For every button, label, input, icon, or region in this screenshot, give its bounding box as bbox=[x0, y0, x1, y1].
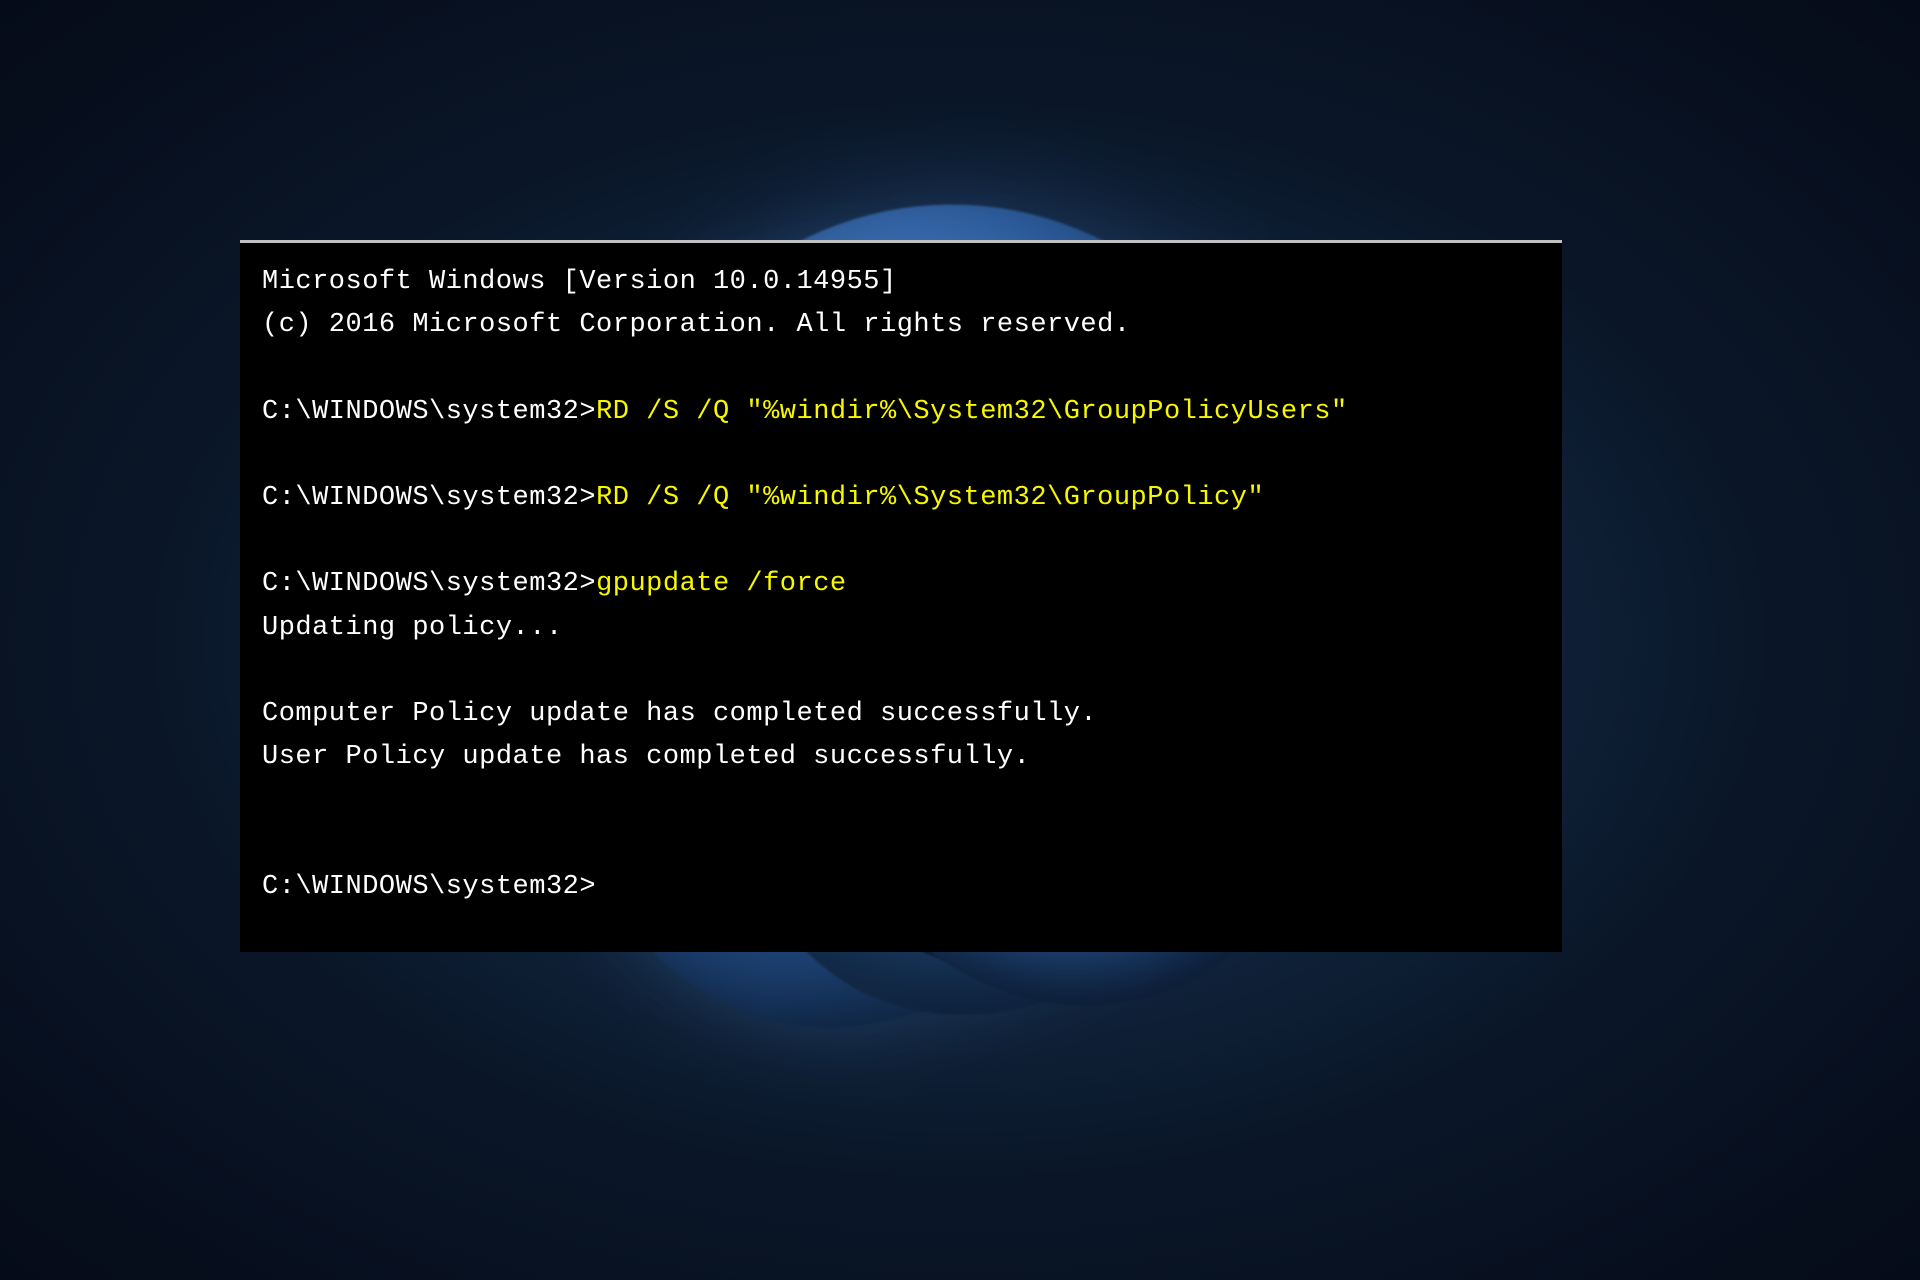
terminal-command-text: gpupdate /force bbox=[596, 569, 847, 599]
terminal-prompt: C:\WINDOWS\system32> bbox=[262, 569, 596, 599]
terminal-blank-line bbox=[262, 520, 1540, 563]
terminal-command-line-3: C:\WINDOWS\system32>gpupdate /force bbox=[262, 563, 1540, 606]
terminal-output-updating: Updating policy... bbox=[262, 607, 1540, 650]
terminal-command-text: RD /S /Q "%windir%\System32\GroupPolicyU… bbox=[596, 397, 1348, 427]
terminal-prompt: C:\WINDOWS\system32> bbox=[262, 397, 596, 427]
terminal-prompt-text: C:\WINDOWS\system32> bbox=[262, 872, 596, 902]
terminal-blank-line bbox=[262, 650, 1540, 693]
terminal-output-user-success: User Policy update has completed success… bbox=[262, 736, 1540, 779]
terminal-blank-line bbox=[262, 779, 1540, 822]
terminal-output-computer-success: Computer Policy update has completed suc… bbox=[262, 693, 1540, 736]
terminal-blank-line bbox=[262, 347, 1540, 390]
terminal-command-line-2: C:\WINDOWS\system32>RD /S /Q "%windir%\S… bbox=[262, 477, 1540, 520]
terminal-command-text: RD /S /Q "%windir%\System32\GroupPolicy" bbox=[596, 483, 1264, 513]
command-prompt-window[interactable]: Microsoft Windows [Version 10.0.14955] (… bbox=[240, 240, 1562, 952]
terminal-version-line: Microsoft Windows [Version 10.0.14955] bbox=[262, 261, 1540, 304]
terminal-prompt: C:\WINDOWS\system32> bbox=[262, 483, 596, 513]
terminal-blank-line bbox=[262, 822, 1540, 865]
terminal-copyright-line: (c) 2016 Microsoft Corporation. All righ… bbox=[262, 304, 1540, 347]
terminal-active-prompt-line[interactable]: C:\WINDOWS\system32> bbox=[262, 866, 1540, 909]
terminal-blank-line bbox=[262, 434, 1540, 477]
terminal-command-line-1: C:\WINDOWS\system32>RD /S /Q "%windir%\S… bbox=[262, 391, 1540, 434]
